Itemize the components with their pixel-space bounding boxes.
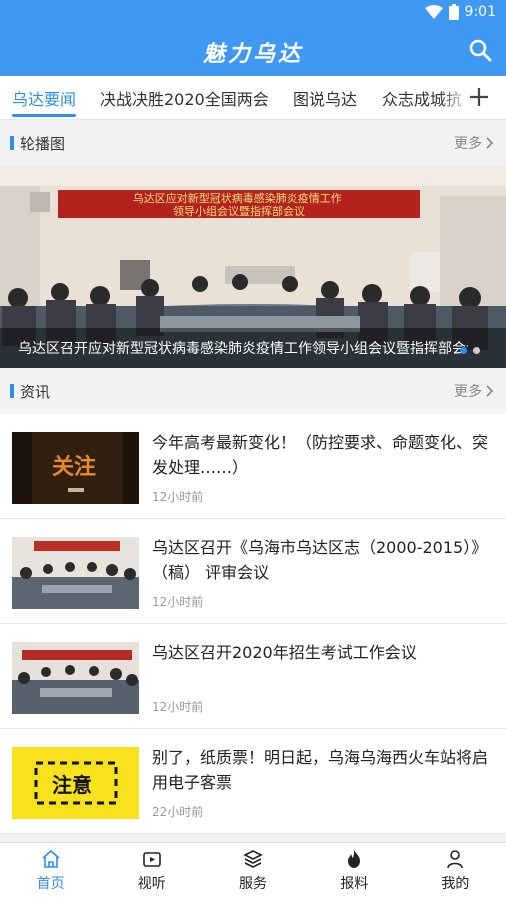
news-thumbnail: 关注 (12, 432, 139, 504)
app-header: 魅力乌达 (0, 26, 506, 76)
status-time: 9:01 (464, 4, 496, 20)
news-title[interactable]: 乌达区召开2020年招生考试工作会议 (152, 640, 496, 665)
news-item[interactable]: 关注 今年高考最新变化！（防控要求、命题变化、突发处理……） 12小时前 (0, 414, 506, 519)
home-icon (42, 849, 60, 868)
banner-line-2: 领导小组会议暨指挥部会议 (173, 204, 305, 218)
news-thumbnail: 注意 (12, 747, 139, 819)
layers-icon (243, 850, 263, 868)
carousel-section-title: 轮播图 (20, 135, 66, 153)
nav-label: 报料 (340, 876, 369, 892)
fire-icon (348, 850, 361, 868)
user-icon (447, 850, 464, 869)
nav-label: 视听 (137, 876, 166, 892)
carousel-dot-1[interactable] (460, 347, 467, 354)
news-thumbnail (12, 537, 139, 609)
nav-label: 首页 (36, 876, 65, 892)
carousel-dot-2[interactable] (473, 347, 480, 354)
chevron-right-icon (486, 385, 494, 397)
news-title[interactable]: 别了，纸质票！明日起，乌海乌海西火车站将启用电子客票 (152, 745, 496, 795)
tab-two-sessions[interactable]: 决战决胜2020全国两会 (100, 86, 269, 110)
channel-tabs: 乌达要闻 决战决胜2020全国两会 图说乌达 众志成城抗 (0, 76, 506, 120)
chevron-right-icon (486, 137, 494, 149)
news-section-title: 资讯 (20, 383, 51, 401)
bottom-nav: 首页 视听 服务 报料 我的 (0, 842, 506, 900)
battery-icon (448, 4, 459, 20)
video-icon (142, 852, 161, 867)
news-time: 22小时前 (152, 805, 204, 819)
section-marker (10, 136, 14, 150)
wifi-icon (424, 5, 443, 19)
banner-line-1: 乌达区应对新型冠状病毒感染肺炎疫情工作 (133, 191, 342, 205)
more-label: 更多 (454, 136, 482, 152)
news-item[interactable]: 注意 别了，纸质票！明日起，乌海乌海西火车站将启用电子客票 22小时前 (0, 729, 506, 834)
section-marker (10, 384, 14, 398)
news-time: 12小时前 (152, 700, 204, 714)
nav-profile[interactable]: 我的 (405, 843, 506, 900)
nav-label: 服务 (239, 876, 267, 892)
more-label: 更多 (454, 384, 482, 400)
search-icon[interactable] (468, 38, 492, 62)
news-section-header: 资讯 更多 (0, 368, 506, 414)
news-list: 关注 今年高考最新变化！（防控要求、命题变化、突发处理……） 12小时前 乌达区… (0, 414, 506, 834)
news-time: 12小时前 (152, 490, 204, 504)
carousel[interactable]: 乌达区应对新型冠状病毒感染肺炎疫情工作 领导小组会议暨指挥部会议 乌达区召开应对… (0, 166, 506, 368)
carousel-more-link[interactable]: 更多 (454, 133, 494, 153)
status-bar: 9:01 (0, 0, 506, 26)
carousel-caption[interactable]: 乌达区召开应对新型冠状病毒感染肺炎疫情工作领导小组会议暨指挥部会议 (18, 338, 468, 358)
thumbnail-text: 关注 (52, 454, 96, 480)
nav-report[interactable]: 报料 (304, 843, 405, 900)
news-more-link[interactable]: 更多 (454, 381, 494, 401)
carousel-dots (460, 347, 480, 354)
nav-label: 我的 (441, 876, 470, 892)
news-item[interactable]: 乌达区召开《乌海市乌达区志（2000-2015）》（稿） 评审会议 12小时前 (0, 519, 506, 624)
nav-video[interactable]: 视听 (101, 843, 202, 900)
tab-wuda-news[interactable]: 乌达要闻 (12, 86, 76, 110)
thumbnail-text: 注意 (52, 773, 92, 797)
active-tab-indicator (12, 114, 76, 117)
nav-services[interactable]: 服务 (202, 843, 303, 900)
news-item[interactable]: 乌达区召开2020年招生考试工作会议 12小时前 (0, 624, 506, 729)
news-thumbnail (12, 642, 139, 714)
app-title: 魅力乌达 (202, 41, 303, 67)
news-time: 12小时前 (152, 595, 204, 609)
tab-photo-wuda[interactable]: 图说乌达 (293, 86, 357, 110)
add-channel-button[interactable] (464, 82, 494, 112)
news-title[interactable]: 今年高考最新变化！（防控要求、命题变化、突发处理……） (152, 430, 496, 480)
nav-home[interactable]: 首页 (0, 843, 101, 900)
carousel-section-header: 轮播图 更多 (0, 120, 506, 166)
news-title[interactable]: 乌达区召开《乌海市乌达区志（2000-2015）》（稿） 评审会议 (152, 535, 496, 585)
plus-icon (470, 88, 488, 106)
